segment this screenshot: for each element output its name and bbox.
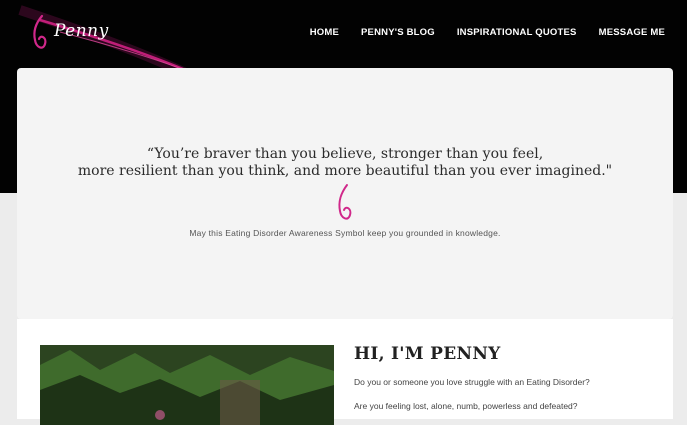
nav-pennys-blog[interactable]: PENNY'S BLOG (361, 27, 435, 38)
about-title: HI, I'M PENNY (354, 344, 501, 364)
tree-photo-image (40, 345, 334, 425)
quote-line-1: “You’re braver than you believe, stronge… (146, 146, 544, 162)
awareness-symbol-icon (33, 14, 47, 49)
about-paragraph-2: Are you feeling lost, alone, numb, power… (354, 401, 578, 411)
nav-inspirational-quotes[interactable]: INSPIRATIONAL QUOTES (457, 27, 577, 38)
hero-quote-panel: “You’re braver than you believe, stronge… (17, 68, 673, 319)
brand-logo[interactable]: Penny (30, 12, 109, 56)
brand-name: Penny (54, 21, 109, 41)
quote-line-2: more resilient than you think, and more … (77, 163, 613, 179)
nav-message-me[interactable]: MESSAGE ME (599, 27, 665, 38)
nav-home[interactable]: HOME (310, 27, 339, 38)
symbol-caption: May this Eating Disorder Awareness Symbo… (189, 228, 501, 238)
about-paragraph-1: Do you or someone you love struggle with… (354, 377, 590, 387)
about-section: HI, I'M PENNY Do you or someone you love… (17, 319, 673, 425)
main-nav: HOME PENNY'S BLOG INSPIRATIONAL QUOTES M… (288, 27, 665, 38)
awareness-symbol-icon (338, 184, 352, 220)
inspirational-quote: “You’re braver than you believe, stronge… (17, 146, 673, 180)
penny-photo (40, 345, 334, 425)
